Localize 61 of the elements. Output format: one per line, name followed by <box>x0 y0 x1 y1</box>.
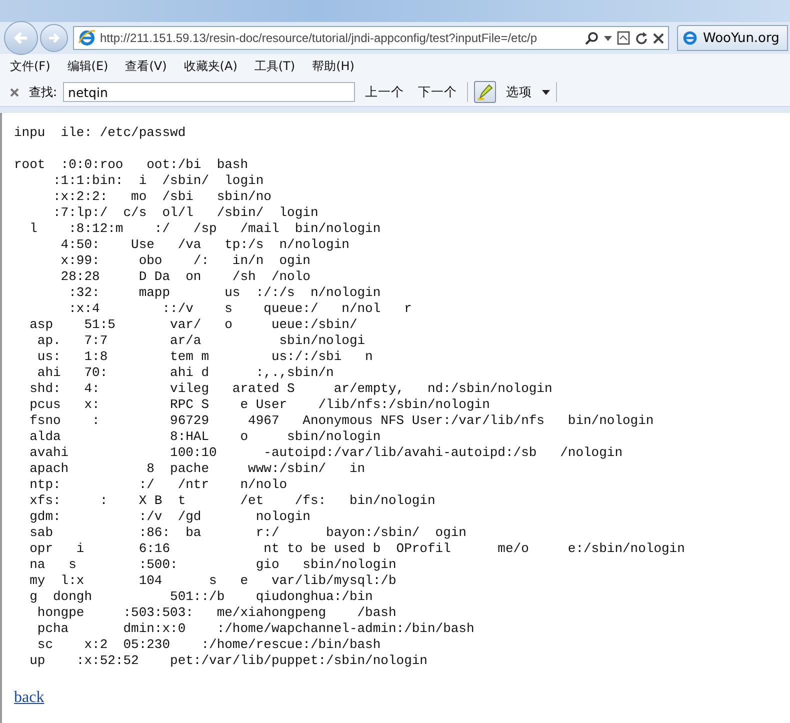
find-field[interactable]: netqin <box>63 82 356 102</box>
browser-logo-icon <box>682 30 698 46</box>
file-line: :1:1:bin: i /sbin/ login <box>52 173 265 189</box>
file-line: :x:4 ::/v s queue:/ n/nol r <box>68 301 413 317</box>
file-line: sc x:2 05:230 :/home/rescue:/bin/bash <box>36 637 382 653</box>
file-line: shd: 4: vileg arated S ar/empty, nd:/sbin/nologin <box>28 381 554 397</box>
file-line: pcha dmin:x:0 :/home/wapchannel-admin:/bin/bash <box>36 621 476 637</box>
arrow-right-icon <box>47 31 61 45</box>
previous-button[interactable]: 上一个 <box>361 84 408 100</box>
close-icon[interactable] <box>653 32 664 44</box>
file-line: x:99: obo /: in/n ogin <box>60 253 312 269</box>
file-line: us: 1:8 tem m us:/:/sbi n <box>36 349 374 365</box>
file-line: g dongh 501::/b qiudonghua:/bin <box>28 589 374 605</box>
file-line: l :8:12:m :/ /sp /mail bin/nologin <box>28 221 382 237</box>
file-line: alda 8:HAL o sbin/nologin <box>28 429 382 445</box>
menu-item[interactable]: 查看(V) <box>119 57 176 75</box>
file-line: :x:2:2: mo /sbi sbin/no <box>52 189 272 205</box>
file-line: hongpe :503:503: me/xiahongpeng /bash <box>36 605 398 621</box>
file-line: ahi 70: ahi d :,.,sbin/n <box>36 365 335 381</box>
file-line: xfs: : X B t /et /fs: bin/nologin <box>28 493 436 509</box>
file-line: ntp: :/ /ntr n/nolo <box>28 477 288 493</box>
file-line: 4:50: Use /va tp:/s n/nologin <box>60 237 350 253</box>
menu-item[interactable]: 文件(F) <box>4 57 60 75</box>
file-line: my l:x 104 s e var/lib/mysql:/b <box>28 573 398 589</box>
close-icon[interactable] <box>10 88 19 96</box>
file-line: gdm: :/v /gd nologin <box>28 509 312 525</box>
menu-item[interactable]: 收藏夹(A) <box>178 57 246 75</box>
file-heading: inpu ile: /etc/passwd <box>14 125 187 141</box>
caret-icon[interactable] <box>604 36 612 40</box>
file-line: fsno : 96729 4967 Anonymous NFS User:/var/lib/nfs bin/nologin <box>28 413 655 429</box>
menu-item[interactable]: 帮助(H) <box>306 57 364 75</box>
find-label: 查找: <box>29 84 58 100</box>
file-line: opr i 6:16 nt to be used b OProfil me/o e:/sbin/nologin <box>28 541 686 557</box>
menu-item[interactable]: 编辑(E) <box>61 57 118 75</box>
caret-icon[interactable] <box>542 90 550 94</box>
search-icon[interactable] <box>585 31 599 45</box>
url-text: http://211.151.59.13/resin-doc/resource/tutorial/jndi-appconfig/test?inputFile=/etc/p <box>100 31 538 45</box>
file-line: avahi 100:10 -autoipd:/var/lib/avahi-autoipd:/sb /nologin <box>28 445 624 461</box>
browser-logo-icon <box>78 29 96 47</box>
file-line: na s :500: gio sbin/nologin <box>28 557 398 573</box>
menu-item[interactable]: 工具(T) <box>248 57 304 75</box>
file-line: :7:lp:/ c/s ol/l /sbin/ login <box>52 205 320 221</box>
file-line: root :0:0:roo oot:/bi bash <box>14 157 250 173</box>
file-line: up :x:52:52 pet:/var/lib/puppet:/sbin/nologin <box>28 653 428 669</box>
arrow-left-icon <box>12 29 30 47</box>
back-link[interactable]: back <box>14 689 44 707</box>
highlight-button[interactable] <box>474 81 496 103</box>
file-line: 28:28 D Da on /sh /nolo <box>60 269 312 285</box>
address-bar[interactable]: http://211.151.59.13/resin-doc/resource/tutorial/jndi-appconfig/test?inputFile=/etc/p <box>73 26 669 50</box>
options-button[interactable]: 选项 <box>502 84 536 100</box>
page-icon[interactable] <box>617 31 630 45</box>
file-line: ap. 7:7 ar/a sbin/nologi <box>36 333 366 349</box>
file-line: apach 8 pache www:/sbin/ in <box>28 461 366 477</box>
file-line: asp 51:5 var/ o ueue:/sbin/ <box>28 317 358 333</box>
file-line: sab :86: ba r:/ bayon:/sbin/ ogin <box>28 525 468 541</box>
file-line: :32: mapp us :/:/s n/nologin <box>68 285 382 301</box>
next-button[interactable]: 下一个 <box>414 84 462 100</box>
pencil-icon <box>476 83 494 101</box>
browser-tab[interactable]: WooYun.org <box>677 25 788 51</box>
refresh-icon[interactable] <box>635 32 648 44</box>
file-line: pcus x: RPC S e User /lib/nfs:/sbin/nologin <box>28 397 491 413</box>
